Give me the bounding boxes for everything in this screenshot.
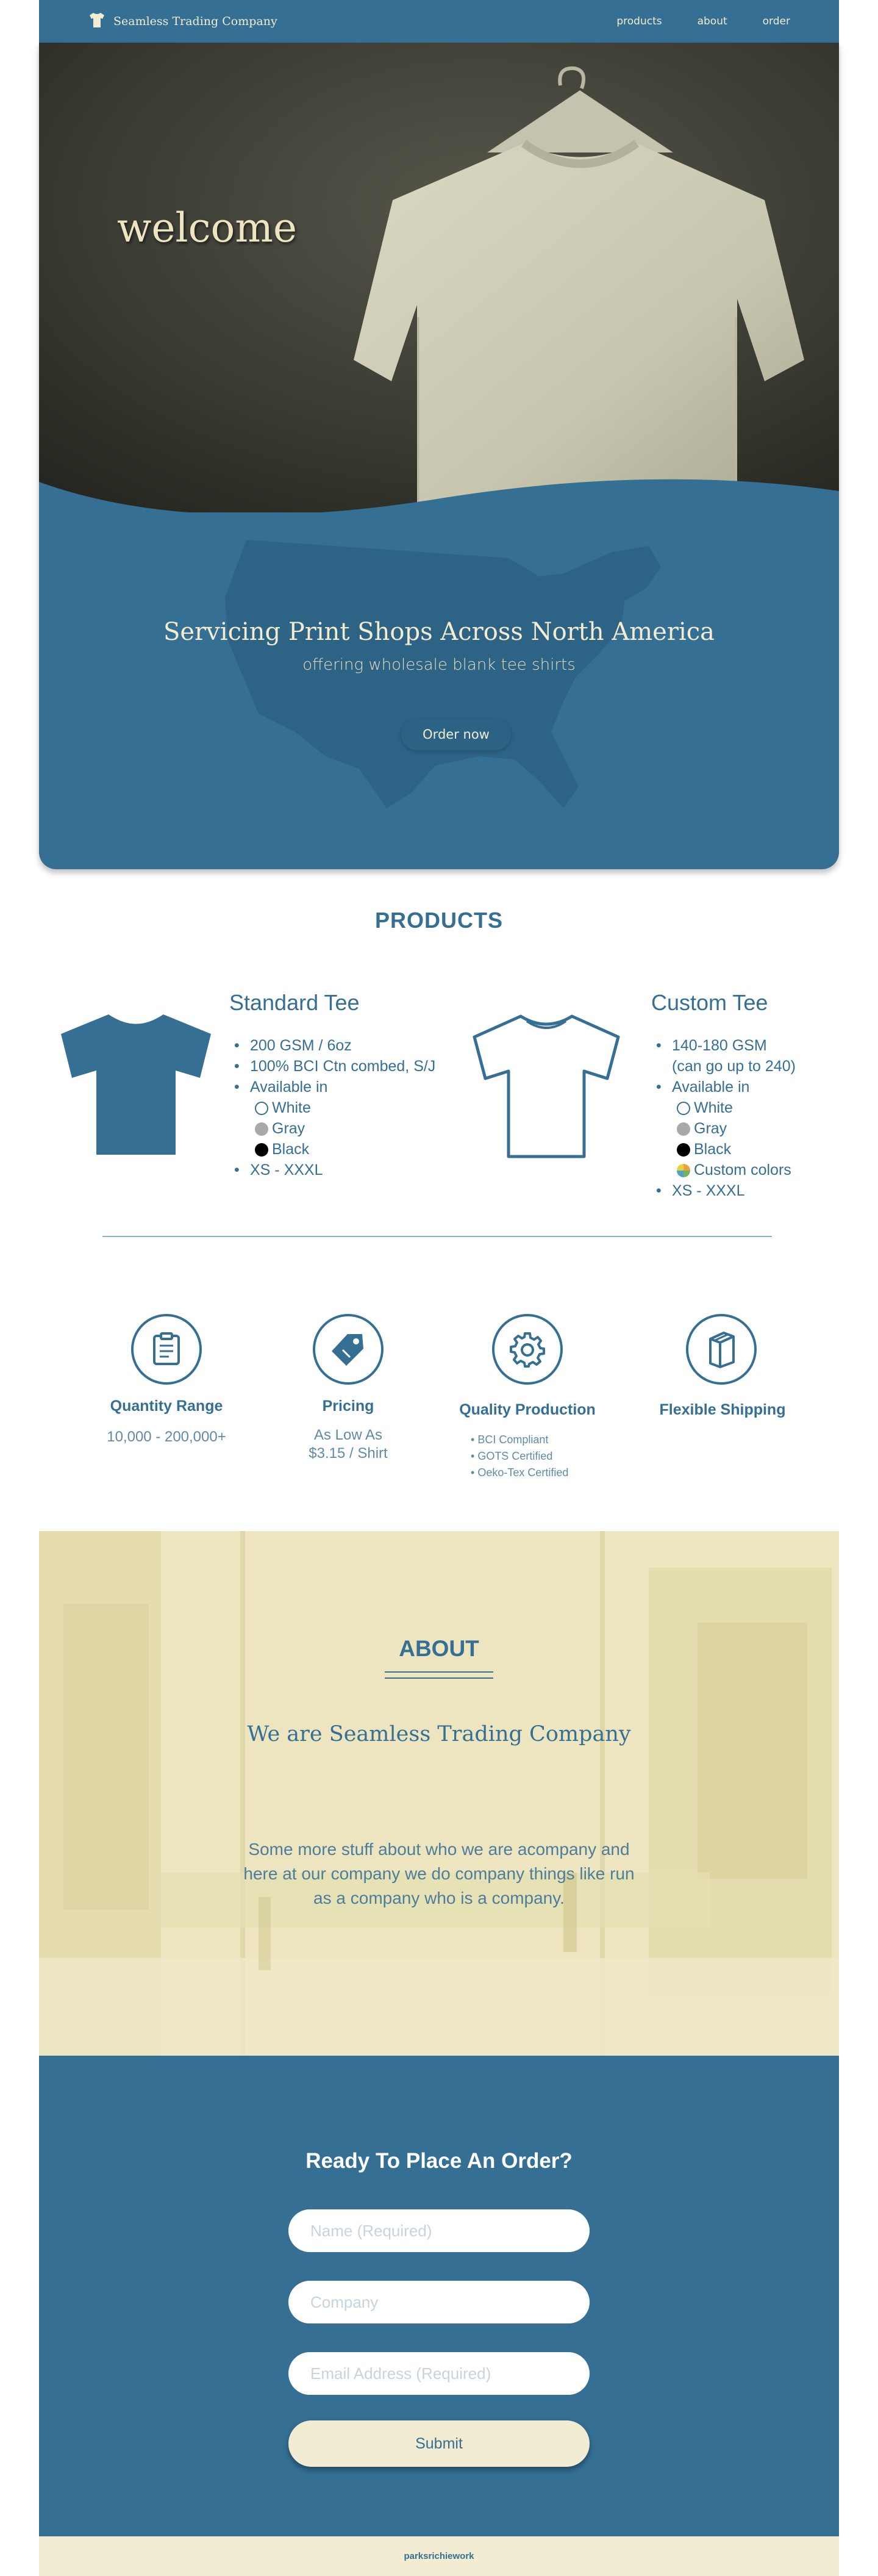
footer-credit[interactable]: parksrichiework: [404, 2551, 474, 2561]
feature-title-quantity: Quantity Range: [110, 1397, 223, 1415]
quality-list-item: BCI Compliant: [471, 1432, 568, 1448]
brand[interactable]: Seamless Trading Company: [88, 11, 277, 32]
spec-item: 100% BCI Ctn combed, S/J: [229, 1056, 435, 1077]
feature-title-pricing: Pricing: [322, 1397, 374, 1415]
about-rule-top: [385, 1671, 493, 1673]
submit-button[interactable]: Submit: [288, 2420, 590, 2467]
name-field[interactable]: [288, 2209, 590, 2252]
spec-item: (can go up to 240): [672, 1058, 796, 1075]
order-form-title: Ready To Place An Order?: [305, 2149, 573, 2173]
black-swatch: [255, 1143, 268, 1157]
color-option-white: White: [229, 1097, 435, 1118]
brand-name: Seamless Trading Company: [113, 15, 277, 28]
feature-text-pricing-line2: $3.15 / Shirt: [309, 1445, 388, 1462]
company-field[interactable]: [288, 2281, 590, 2323]
color-option-black: Black: [651, 1139, 796, 1160]
tshirt-outline-icon: [473, 1014, 620, 1158]
hero-wave: [39, 479, 839, 531]
color-option-white: White: [651, 1097, 796, 1118]
standard-spec-list: 200 GSM / 6oz 100% BCI Ctn combed, S/J A…: [229, 1035, 435, 1180]
order-now-button[interactable]: Order now: [401, 719, 511, 750]
feature-text-pricing-line1: As Low As: [313, 1427, 383, 1443]
feature-title-shipping: Flexible Shipping: [659, 1401, 786, 1418]
spec-item: 140-180 GSM: [651, 1035, 796, 1056]
hero-section: welcome Servicing Print Shops Across Nor…: [39, 43, 839, 869]
product-name-standard: Standard Tee: [229, 990, 360, 1015]
white-swatch: [677, 1102, 690, 1115]
spec-item-sizes: XS - XXXL: [651, 1180, 796, 1201]
white-swatch: [255, 1102, 268, 1115]
color-option-black: Black: [229, 1139, 435, 1160]
tshirt-icon: [88, 11, 106, 32]
factory-background-image: [39, 1531, 839, 2056]
quality-list-item: Oeko-Tex Certified: [471, 1465, 568, 1481]
north-america-map-icon: [225, 540, 661, 808]
spec-item-sizes: XS - XXXL: [229, 1160, 435, 1180]
quality-list: BCI Compliant GOTS Certified Oeko-Tex Ce…: [471, 1432, 568, 1481]
gear-icon: [492, 1314, 563, 1385]
color-option-gray: Gray: [229, 1118, 435, 1139]
hero-title: Servicing Print Shops Across North Ameri…: [163, 618, 715, 646]
price-tag-icon: [313, 1314, 384, 1385]
about-section: ABOUT We are Seamless Trading Company So…: [39, 1531, 839, 2056]
about-rule-bottom: [385, 1677, 493, 1679]
order-form-section: Ready To Place An Order? Submit: [39, 2056, 839, 2536]
nav-links: products about order: [616, 15, 790, 27]
nav-link-order[interactable]: order: [763, 15, 790, 27]
nav-link-about[interactable]: about: [698, 15, 727, 27]
spec-item: 200 GSM / 6oz: [229, 1035, 435, 1056]
box-icon: [686, 1314, 757, 1385]
about-title: ABOUT: [399, 1636, 479, 1661]
hero-subtitle: offering wholesale blank tee shirts: [302, 656, 576, 674]
gray-swatch: [255, 1122, 268, 1136]
product-name-custom: Custom Tee: [651, 990, 768, 1015]
section-divider: [102, 1236, 772, 1237]
top-nav: Seamless Trading Company products about …: [39, 0, 839, 43]
custom-spec-list: 140-180 GSM (can go up to 240) Available…: [651, 1035, 796, 1201]
nav-link-products[interactable]: products: [616, 15, 662, 27]
spec-item: Available in: [229, 1077, 435, 1097]
email-field[interactable]: [288, 2352, 590, 2395]
about-heading: We are Seamless Trading Company: [247, 1722, 631, 1746]
multicolor-swatch: [677, 1164, 690, 1177]
feature-title-quality: Quality Production: [459, 1401, 596, 1418]
products-title: PRODUCTS: [374, 908, 503, 933]
footer: parksrichiework: [39, 2536, 839, 2576]
feature-text-quantity: 10,000 - 200,000+: [107, 1429, 226, 1445]
welcome-heading: welcome: [117, 204, 298, 251]
black-swatch: [677, 1143, 690, 1157]
tshirt-filled-icon: [61, 1014, 211, 1155]
spec-item: Available in: [651, 1077, 796, 1097]
color-option-gray: Gray: [651, 1118, 796, 1139]
clipboard-icon: [131, 1314, 202, 1385]
quality-list-item: GOTS Certified: [471, 1448, 568, 1465]
gray-swatch: [677, 1122, 690, 1136]
about-body: Some more stuff about who we are acompan…: [243, 1840, 635, 1907]
color-option-custom: Custom colors: [651, 1160, 796, 1180]
